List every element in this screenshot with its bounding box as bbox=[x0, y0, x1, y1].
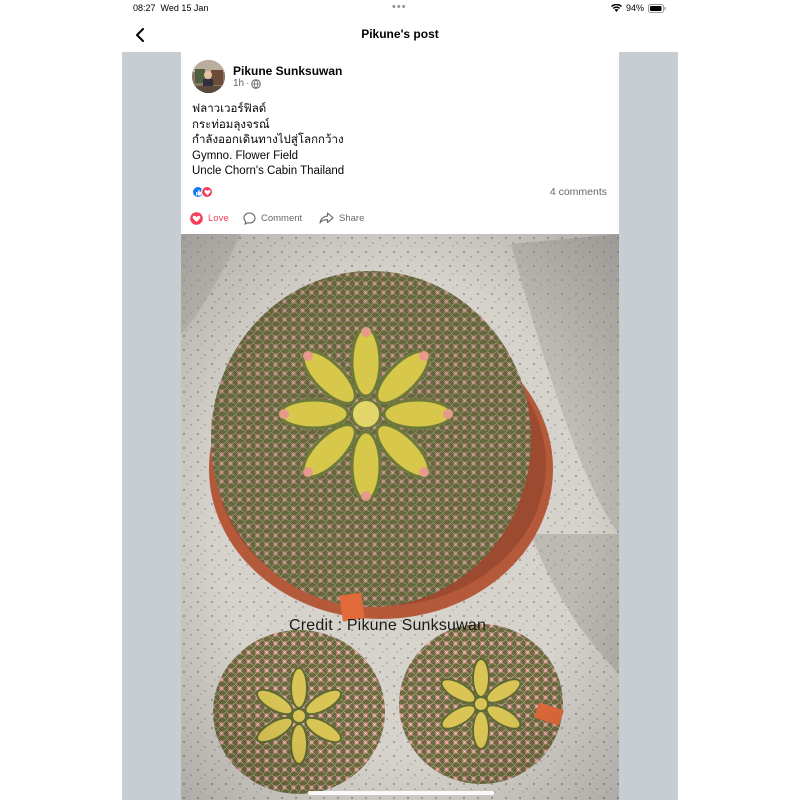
globe-icon bbox=[251, 78, 262, 89]
post-text-line: Gymno. Flower Field bbox=[192, 149, 299, 162]
post-text-line: ฟลาวเวอร์ฟิลด์ bbox=[192, 103, 267, 115]
share-button[interactable]: Share bbox=[319, 212, 364, 224]
comment-label: Comment bbox=[261, 213, 303, 224]
navigation-bar: Pikune's post bbox=[122, 18, 678, 52]
post-card: Pikune Sunksuwan 1h · ฟลาวเวอร์ฟิลด์ กระ… bbox=[181, 52, 619, 234]
photo-watermark: Credit : Pikune Sunksuwan bbox=[289, 617, 487, 634]
post-text-line: กำลังออกเดินทางไปสู่โลกกว้าง bbox=[192, 134, 344, 146]
battery-percentage: 94% bbox=[625, 3, 644, 13]
love-label: Love bbox=[208, 213, 229, 224]
battery-icon bbox=[648, 3, 666, 13]
post-text: ฟลาวเวอร์ฟิลด์ กระท่อมลุงจรณ์ กำลังออกเด… bbox=[192, 102, 344, 180]
status-right: 94% bbox=[610, 3, 666, 13]
heart-icon bbox=[190, 212, 203, 225]
post-actions: Love Comment Share bbox=[181, 208, 619, 232]
comment-icon bbox=[243, 212, 256, 225]
page-title: Pikune's post bbox=[361, 27, 439, 41]
wifi-icon bbox=[610, 4, 622, 12]
home-indicator[interactable] bbox=[308, 791, 494, 795]
author-name[interactable]: Pikune Sunksuwan bbox=[233, 64, 342, 78]
post-time[interactable]: 1h bbox=[233, 78, 244, 89]
status-bar: 08:27 Wed 15 Jan ••• 94% bbox=[122, 0, 678, 16]
post-photo[interactable]: Credit : Pikune Sunksuwan bbox=[181, 234, 619, 800]
meta-separator: · bbox=[246, 78, 250, 89]
reaction-summary[interactable] bbox=[192, 186, 213, 198]
comment-button[interactable]: Comment bbox=[243, 212, 302, 225]
multitasking-dots-icon[interactable]: ••• bbox=[392, 1, 407, 13]
status-clock: 08:27 bbox=[133, 3, 156, 13]
avatar[interactable] bbox=[192, 60, 225, 93]
cactus-photo bbox=[181, 234, 619, 800]
share-label: Share bbox=[339, 212, 365, 224]
status-time: 08:27 Wed 15 Jan bbox=[133, 3, 208, 13]
heart-icon bbox=[201, 186, 213, 198]
share-icon bbox=[319, 212, 334, 224]
post-text-line: Uncle Chorn's Cabin Thailand bbox=[192, 165, 345, 177]
comments-count-link[interactable]: 4 comments bbox=[550, 186, 607, 198]
post-meta: 1h · bbox=[233, 78, 262, 89]
status-date: Wed 15 Jan bbox=[160, 3, 209, 13]
love-button[interactable]: Love bbox=[190, 212, 229, 225]
post-text-line: กระท่อมลุงจรณ์ bbox=[192, 118, 270, 131]
